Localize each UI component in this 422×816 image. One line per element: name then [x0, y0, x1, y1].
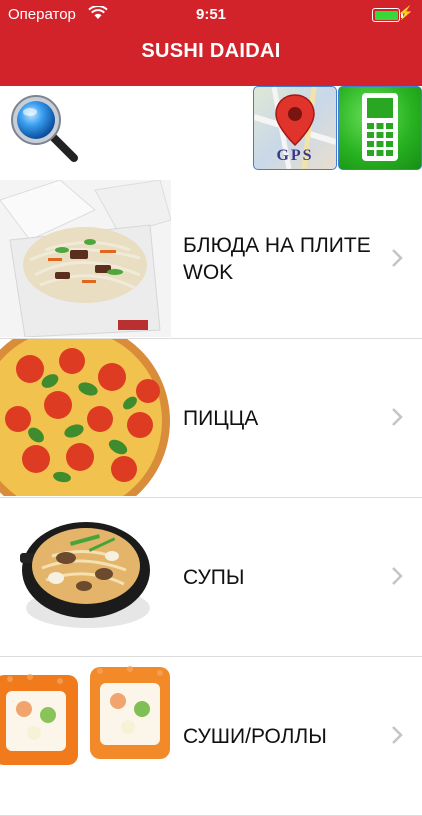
category-label: СУПЫ — [183, 566, 245, 589]
category-row-sushi[interactable]: СУШИ/РОЛЛЫ — [0, 657, 422, 816]
gps-label: GPS — [276, 147, 314, 164]
app-header: Оператор 9:51 ⚡ SUSHI DAIDAI — [0, 0, 422, 86]
wok-noodle-box-image — [0, 180, 171, 337]
category-label: БЛЮДА НА ПЛИТЕ WOK — [183, 234, 371, 284]
chevron-right-icon — [392, 567, 403, 585]
sushi-rolls-image — [0, 657, 171, 814]
toolbar: GPS — [0, 86, 422, 174]
category-row-pizza[interactable]: ПИЦЦА — [0, 339, 422, 498]
status-time: 9:51 — [195, 6, 227, 23]
search-button[interactable] — [6, 90, 82, 166]
category-label: СУШИ/РОЛЛЫ — [183, 725, 327, 748]
chevron-right-icon — [392, 726, 403, 744]
chevron-right-icon — [392, 249, 403, 267]
pizza-image — [0, 339, 171, 496]
magnifier-icon — [11, 95, 78, 162]
category-list: БЛЮДА НА ПЛИТЕ WOK ПИЦЦА СУПЫ СУШИ/РОЛЛЫ — [0, 180, 422, 816]
gps-button[interactable]: GPS — [253, 86, 337, 170]
category-row-wok[interactable]: БЛЮДА НА ПЛИТЕ WOK — [0, 180, 422, 339]
battery-icon — [372, 8, 403, 22]
status-bar: Оператор 9:51 ⚡ — [0, 0, 422, 30]
chevron-right-icon — [392, 408, 403, 426]
call-button[interactable] — [338, 86, 422, 170]
category-label: ПИЦЦА — [183, 407, 259, 430]
charging-bolt-icon: ⚡ — [397, 5, 414, 20]
category-row-soups[interactable]: СУПЫ — [0, 498, 422, 657]
soup-bowl-image — [0, 498, 171, 655]
app-title: SUSHI DAIDAI — [141, 40, 281, 62]
mobile-phone-icon — [362, 93, 398, 161]
